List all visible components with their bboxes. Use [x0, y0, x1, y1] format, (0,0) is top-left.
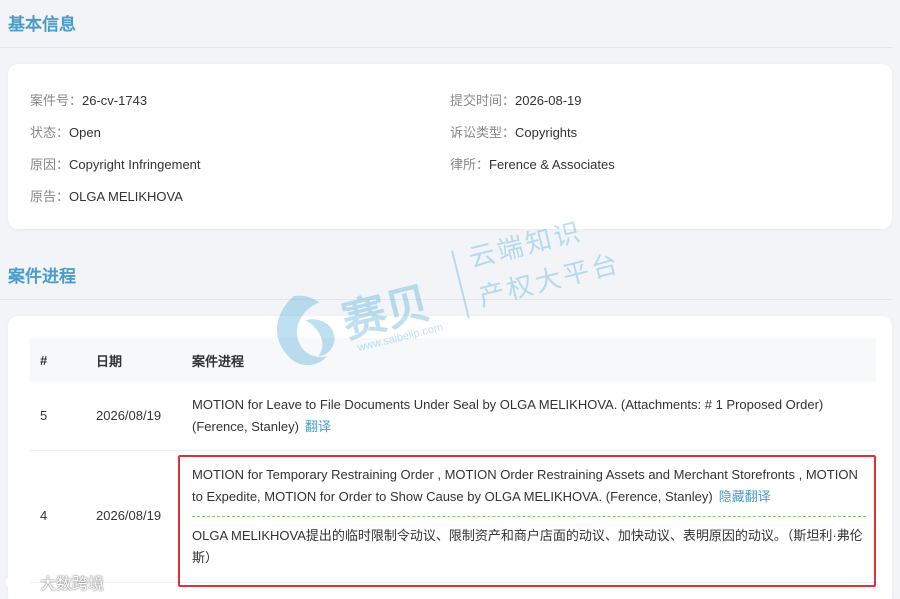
- info-value: Copyright Infringement: [69, 157, 201, 172]
- header-num: #: [30, 338, 86, 382]
- row-date: 2026/08/19: [86, 450, 182, 583]
- dashed-divider: [192, 515, 866, 517]
- corner-watermark: 大数跨境: [6, 570, 104, 594]
- divider: [0, 47, 892, 48]
- row-num: 4: [30, 450, 86, 583]
- corner-logo-icon: [6, 575, 33, 589]
- table-header-row: # 日期 案件进程: [30, 338, 876, 382]
- translation-text: OLGA MELIKHOVA提出的临时限制令动议、限制资产和商户店面的动议、加快…: [192, 527, 863, 565]
- translate-link[interactable]: 翻译: [305, 419, 331, 434]
- watermark-separator: [451, 250, 470, 319]
- info-plaintiff: 原告：OLGA MELIKHOVA: [30, 186, 183, 205]
- info-key: 案件号：: [30, 93, 83, 108]
- info-value: 2026-08-19: [515, 93, 582, 108]
- info-value: Copyrights: [515, 125, 578, 140]
- info-value: 26-cv-1743: [82, 93, 148, 108]
- info-cause: 原因：Copyright Infringement: [30, 154, 201, 173]
- info-key: 原因：: [30, 157, 70, 172]
- row-text-cell: MOTION for Leave to File Documents Under…: [182, 382, 876, 451]
- watermark-slogan-line2: 产权大平台: [475, 247, 624, 313]
- info-case-number: 案件号：26-cv-1743: [30, 90, 147, 109]
- row-num: 5: [30, 382, 86, 451]
- row-date: 2026/08/19: [86, 382, 182, 451]
- info-key: 诉讼类型：: [450, 125, 516, 140]
- corner-watermark-text: 大数跨境: [40, 576, 105, 593]
- divider: [0, 299, 892, 300]
- hide-translation-link[interactable]: 隐藏翻译: [719, 489, 771, 504]
- row-text-cell: MOTION for Temporary Restraining Order ,…: [182, 450, 876, 583]
- info-submit-time: 提交时间：2026-08-19: [450, 90, 582, 109]
- basic-info-card: 案件号：26-cv-1743 状态：Open 原因：Copyright Infr…: [8, 64, 892, 229]
- table-row: 4 2026/08/19 MOTION for Temporary Restra…: [30, 450, 876, 583]
- section-title-basic-info: 基本信息: [8, 15, 76, 34]
- table-row: 5 2026/08/19 MOTION for Leave to File Do…: [30, 382, 876, 451]
- info-litigation-type: 诉讼类型：Copyrights: [450, 122, 577, 141]
- info-value: Ference & Associates: [489, 157, 615, 172]
- info-status: 状态：Open: [30, 122, 101, 141]
- row-text: MOTION for Leave to File Documents Under…: [192, 396, 824, 434]
- header-date: 日期: [86, 338, 182, 382]
- info-key: 状态：: [30, 125, 70, 140]
- progress-table: # 日期 案件进程 5 2026/08/19 MOTION for Leave …: [30, 338, 876, 583]
- progress-card: # 日期 案件进程 5 2026/08/19 MOTION for Leave …: [8, 316, 892, 599]
- info-key: 律所：: [450, 157, 490, 172]
- info-value: OLGA MELIKHOVA: [69, 189, 183, 204]
- info-value: Open: [69, 125, 101, 140]
- header-progress: 案件进程: [182, 338, 876, 382]
- info-law-firm: 律所：Ference & Associates: [450, 154, 615, 173]
- info-key: 提交时间：: [450, 93, 516, 108]
- info-key: 原告：: [30, 189, 70, 204]
- section-title-progress: 案件进程: [8, 267, 76, 286]
